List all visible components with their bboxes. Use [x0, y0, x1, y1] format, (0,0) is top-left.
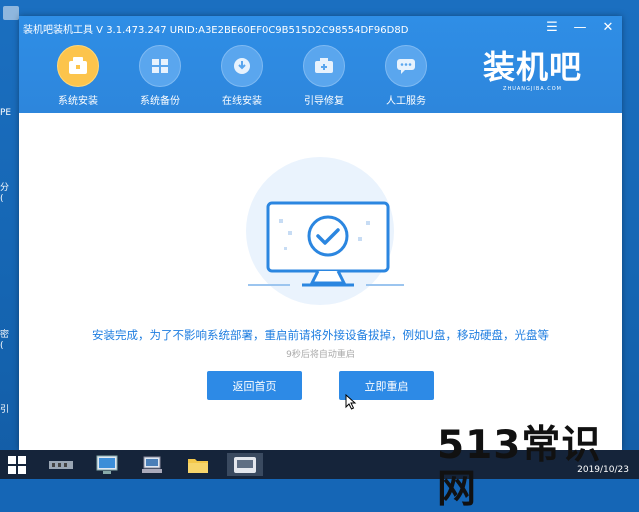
repair-icon: [303, 45, 345, 87]
logo-subtext: ZHUANGJIBA.COM: [503, 86, 562, 92]
minimize-button[interactable]: —: [572, 20, 588, 35]
chat-icon: [385, 45, 427, 87]
desktop-item-label: 密 (: [0, 330, 10, 351]
tab-online-install[interactable]: 在线安装: [201, 45, 283, 107]
menu-button[interactable]: ☰: [544, 20, 560, 35]
installer-taskbar-icon[interactable]: [227, 453, 263, 476]
folder-icon[interactable]: [183, 453, 213, 476]
completion-message: 安装完成，为了不影响系统部署，重启前请将外接设备拔掉，例如U盘，移动硬盘，光盘等: [92, 328, 549, 342]
tab-label: 引导修复: [304, 96, 344, 107]
logo-text: 装机吧: [482, 48, 582, 86]
network-icon[interactable]: [137, 453, 167, 476]
monitor-check-icon: [248, 201, 404, 287]
tab-label: 系统安装: [58, 96, 98, 107]
tab-label: 系统备份: [140, 96, 180, 107]
tab-system-backup[interactable]: 系统备份: [119, 45, 201, 107]
windows-start-icon[interactable]: [8, 456, 26, 474]
app-window: 装机吧装机工具 V 3.1.473.247 URID:A3E2BE60EF0C9…: [19, 16, 622, 450]
tab-boot-repair[interactable]: 引导修复: [283, 45, 365, 107]
computer-icon[interactable]: [92, 453, 122, 476]
watermark: 513常识网: [437, 423, 602, 512]
brand-logo: 装机吧 ZHUANGJIBA.COM: [483, 50, 582, 92]
window-title: 装机吧装机工具 V 3.1.473.247 URID:A3E2BE60EF0C9…: [23, 25, 409, 36]
desktop-item-label: 引: [0, 405, 10, 415]
content-area: 安装完成，为了不影响系统部署，重启前请将外接设备拔掉，例如U盘，移动硬盘，光盘等…: [19, 113, 622, 450]
desktop-item-label: 分 (: [0, 183, 10, 204]
mouse-cursor-icon: [345, 394, 357, 410]
memory-chip-icon[interactable]: [46, 453, 76, 476]
window-controls: ☰ — ✕: [544, 20, 616, 35]
title-bar: 装机吧装机工具 V 3.1.473.247 URID:A3E2BE60EF0C9…: [19, 16, 622, 113]
tab-label: 人工服务: [386, 96, 426, 107]
desktop-item-label: PE: [0, 108, 12, 118]
backup-icon: [139, 45, 181, 87]
computer-icon: [3, 6, 19, 20]
close-button[interactable]: ✕: [600, 20, 616, 35]
countdown-text: 9秒后将自动重启: [286, 350, 355, 360]
tab-label: 在线安装: [222, 96, 262, 107]
tab-system-install[interactable]: 系统安装: [37, 45, 119, 107]
tab-manual-service[interactable]: 人工服务: [365, 45, 447, 107]
download-icon: [221, 45, 263, 87]
return-home-button[interactable]: 返回首页: [207, 371, 302, 400]
install-icon: [57, 45, 99, 87]
main-tabs: 系统安装 系统备份 在线安装 引导修复 人工服务: [37, 45, 447, 107]
